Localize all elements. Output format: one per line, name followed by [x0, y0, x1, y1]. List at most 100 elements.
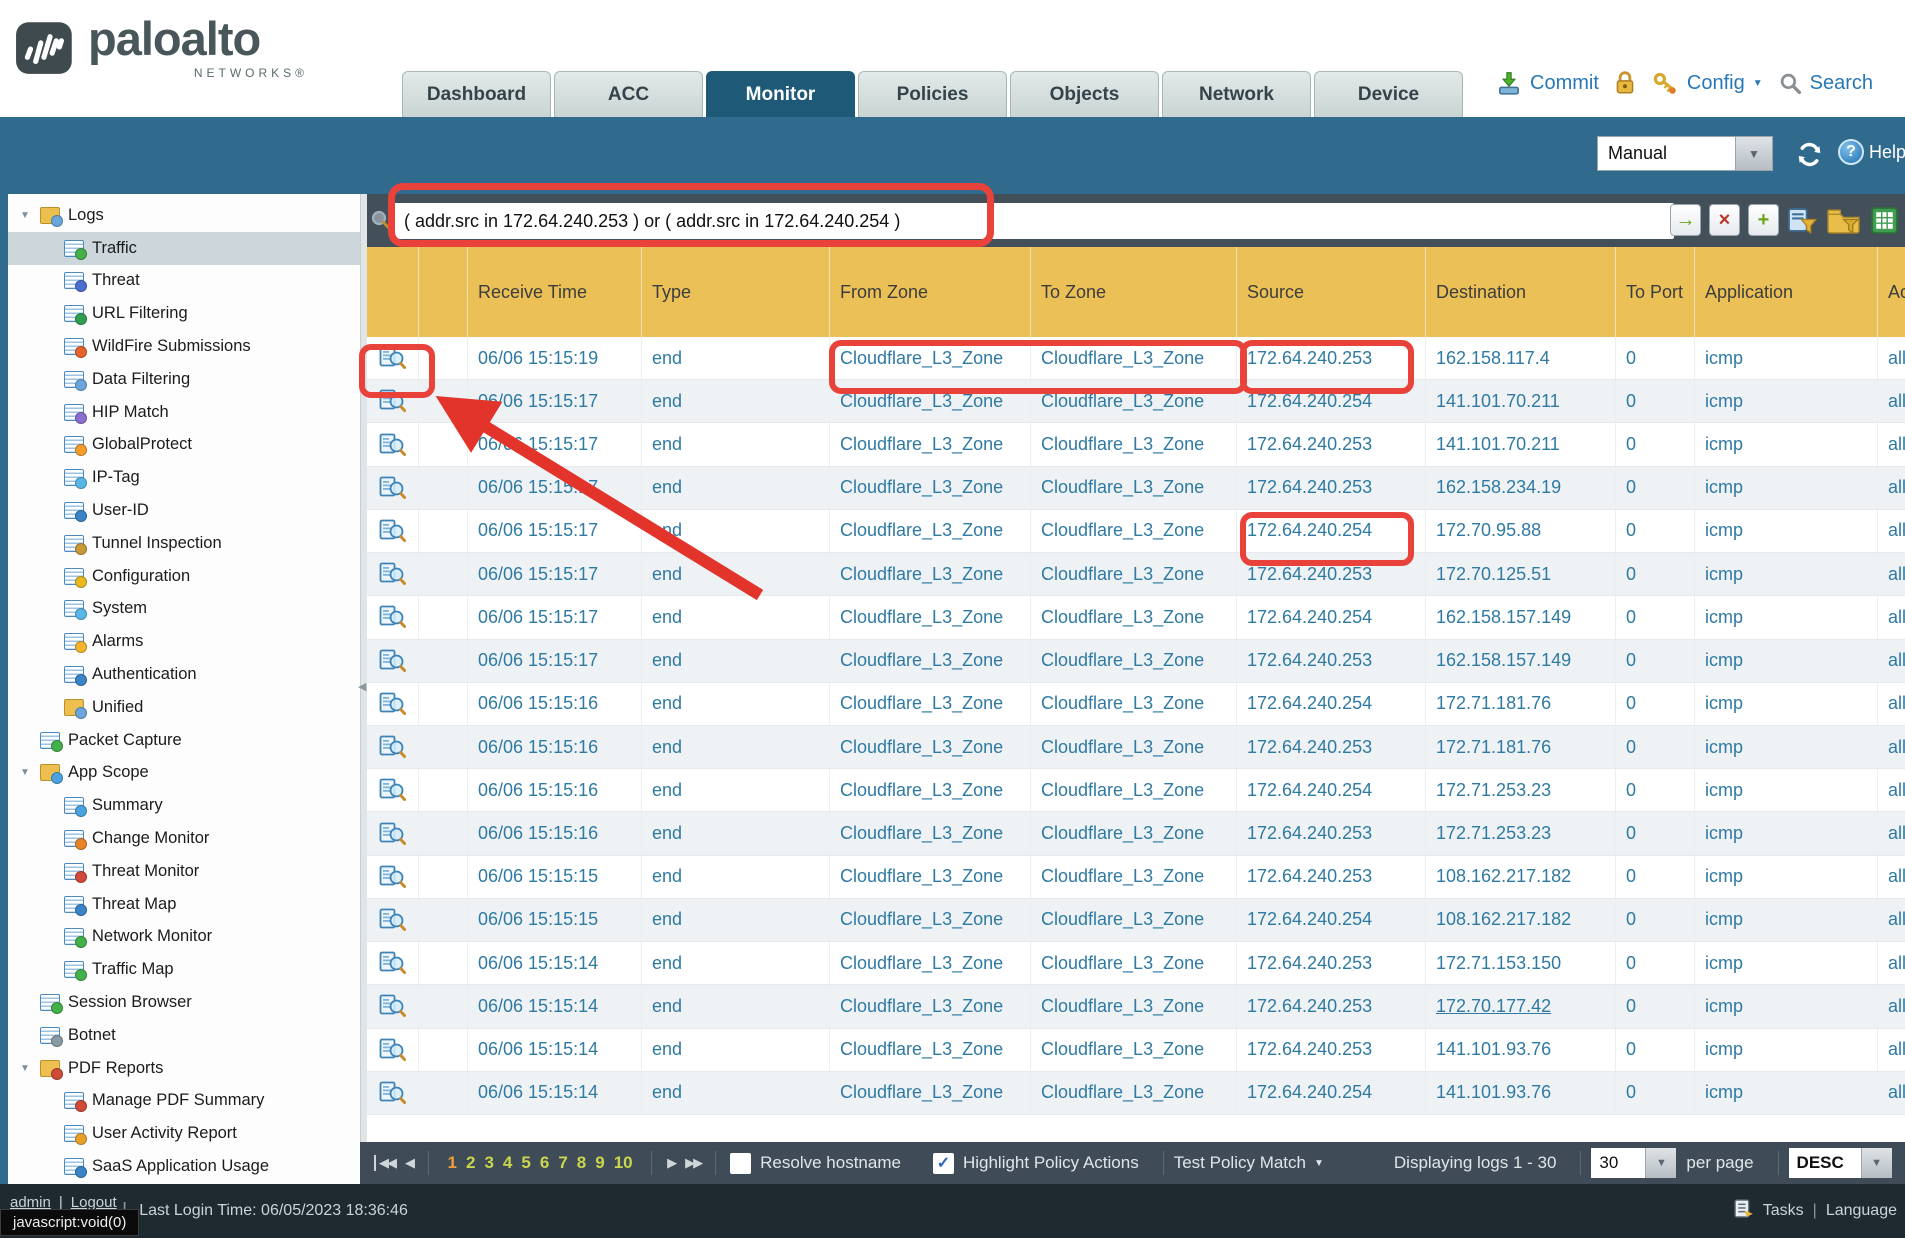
expander-icon[interactable]: ▼ — [20, 767, 40, 778]
cell-destination[interactable]: 172.70.177.42 — [1426, 985, 1616, 1027]
cell-application[interactable]: icmp — [1695, 1029, 1878, 1071]
cell-action[interactable]: allow — [1878, 1029, 1905, 1071]
table-row[interactable]: 06/06 15:15:16endCloudflare_L3_ZoneCloud… — [367, 769, 1905, 812]
cell-type[interactable]: end — [642, 726, 830, 768]
cell-action[interactable]: allow — [1878, 899, 1905, 941]
help-control[interactable]: ? Help — [1838, 139, 1905, 165]
help-label[interactable]: Help — [1869, 142, 1905, 163]
cell-source[interactable]: 172.64.240.254 — [1237, 596, 1426, 638]
cell-to-port[interactable]: 0 — [1616, 1029, 1695, 1071]
sidebar-item-botnet[interactable]: Botnet — [8, 1019, 360, 1052]
cell-type[interactable]: end — [642, 640, 830, 682]
cell-to-port[interactable]: 0 — [1616, 423, 1695, 465]
table-row[interactable]: 06/06 15:15:17endCloudflare_L3_ZoneCloud… — [367, 380, 1905, 423]
column-header-type[interactable]: Type — [642, 247, 830, 337]
cell-application[interactable]: icmp — [1695, 596, 1878, 638]
sidebar-item-url-filtering[interactable]: URL Filtering — [8, 297, 360, 330]
table-row[interactable]: 06/06 15:15:14endCloudflare_L3_ZoneCloud… — [367, 985, 1905, 1028]
cell-receive-time[interactable]: 06/06 15:15:16 — [468, 726, 642, 768]
language-button[interactable]: Language — [1826, 1202, 1897, 1220]
cell-application[interactable]: icmp — [1695, 726, 1878, 768]
cell-action[interactable]: allow — [1878, 337, 1905, 379]
sidebar-item-logs[interactable]: ▼Logs — [8, 199, 360, 232]
cell-receive-time[interactable]: 06/06 15:15:17 — [468, 423, 642, 465]
config-button[interactable]: Config — [1687, 72, 1745, 95]
cell-destination[interactable]: 162.158.157.149 — [1426, 596, 1616, 638]
highlight-policy-checkbox[interactable]: ✓ — [933, 1153, 954, 1174]
column-header-to-port[interactable]: To Port — [1616, 247, 1695, 337]
cell-source[interactable]: 172.64.240.253 — [1237, 423, 1426, 465]
cell-from-zone[interactable]: Cloudflare_L3_Zone — [830, 985, 1031, 1027]
cell-source[interactable]: 172.64.240.253 — [1237, 985, 1426, 1027]
table-row[interactable]: 06/06 15:15:14endCloudflare_L3_ZoneCloud… — [367, 942, 1905, 985]
log-detail-icon[interactable] — [367, 640, 419, 682]
cell-action[interactable]: allow — [1878, 942, 1905, 984]
cell-application[interactable]: icmp — [1695, 380, 1878, 422]
first-page-button[interactable]: ◀◀ — [374, 1155, 395, 1171]
cell-application[interactable]: icmp — [1695, 683, 1878, 725]
tab-network[interactable]: Network — [1162, 71, 1311, 117]
cell-receive-time[interactable]: 06/06 15:15:19 — [468, 337, 642, 379]
test-policy-match-button[interactable]: Test Policy Match ▼ — [1174, 1153, 1324, 1173]
apply-filter-button[interactable]: → — [1670, 204, 1701, 236]
cell-type[interactable]: end — [642, 467, 830, 509]
cell-receive-time[interactable]: 06/06 15:15:14 — [468, 1029, 642, 1071]
page-number-9[interactable]: 9 — [595, 1153, 604, 1173]
cell-to-port[interactable]: 0 — [1616, 942, 1695, 984]
column-header-action[interactable]: Action — [1878, 247, 1905, 337]
next-page-button[interactable]: ▶ — [667, 1155, 675, 1171]
sidebar-splitter[interactable]: ◀ — [360, 194, 367, 1184]
cell-to-port[interactable]: 0 — [1616, 596, 1695, 638]
tab-policies[interactable]: Policies — [858, 71, 1007, 117]
cell-source[interactable]: 172.64.240.253 — [1237, 1029, 1426, 1071]
cell-to-port[interactable]: 0 — [1616, 640, 1695, 682]
cell-source[interactable]: 172.64.240.254 — [1237, 899, 1426, 941]
cell-to-zone[interactable]: Cloudflare_L3_Zone — [1031, 856, 1237, 898]
cell-type[interactable]: end — [642, 683, 830, 725]
cell-to-zone[interactable]: Cloudflare_L3_Zone — [1031, 423, 1237, 465]
log-detail-icon[interactable] — [367, 769, 419, 811]
cell-destination[interactable]: 172.70.125.51 — [1426, 553, 1616, 595]
sidebar-item-app-scope[interactable]: ▼App Scope — [8, 757, 360, 790]
prev-page-button[interactable]: ◀ — [405, 1155, 413, 1171]
cell-to-port[interactable]: 0 — [1616, 856, 1695, 898]
sidebar-item-authentication[interactable]: Authentication — [8, 658, 360, 691]
cell-to-zone[interactable]: Cloudflare_L3_Zone — [1031, 1072, 1237, 1114]
page-number-6[interactable]: 6 — [540, 1153, 549, 1173]
cell-application[interactable]: icmp — [1695, 899, 1878, 941]
cell-source[interactable]: 172.64.240.253 — [1237, 553, 1426, 595]
log-detail-icon[interactable] — [367, 942, 419, 984]
sidebar-item-summary[interactable]: Summary — [8, 789, 360, 822]
cell-destination[interactable]: 172.71.153.150 — [1426, 942, 1616, 984]
log-detail-icon[interactable] — [367, 337, 419, 379]
cell-destination[interactable]: 141.101.70.211 — [1426, 380, 1616, 422]
cell-from-zone[interactable]: Cloudflare_L3_Zone — [830, 1029, 1031, 1071]
cell-action[interactable]: allow — [1878, 769, 1905, 811]
cell-receive-time[interactable]: 06/06 15:15:14 — [468, 985, 642, 1027]
cell-application[interactable]: icmp — [1695, 640, 1878, 682]
cell-application[interactable]: icmp — [1695, 856, 1878, 898]
tab-acc[interactable]: ACC — [554, 71, 703, 117]
cell-destination[interactable]: 162.158.234.19 — [1426, 467, 1616, 509]
filter-query-input[interactable]: ( addr.src in 172.64.240.253 ) or ( addr… — [390, 203, 1674, 239]
cell-action[interactable]: allow — [1878, 683, 1905, 725]
cell-to-port[interactable]: 0 — [1616, 726, 1695, 768]
cell-from-zone[interactable]: Cloudflare_L3_Zone — [830, 640, 1031, 682]
page-number-3[interactable]: 3 — [484, 1153, 493, 1173]
sidebar-item-change-monitor[interactable]: Change Monitor — [8, 822, 360, 855]
cell-to-zone[interactable]: Cloudflare_L3_Zone — [1031, 553, 1237, 595]
cell-to-port[interactable]: 0 — [1616, 380, 1695, 422]
log-detail-icon[interactable] — [367, 1072, 419, 1114]
cell-to-zone[interactable]: Cloudflare_L3_Zone — [1031, 337, 1237, 379]
cell-to-zone[interactable]: Cloudflare_L3_Zone — [1031, 640, 1237, 682]
cell-receive-time[interactable]: 06/06 15:15:15 — [468, 899, 642, 941]
table-row[interactable]: 06/06 15:15:16endCloudflare_L3_ZoneCloud… — [367, 812, 1905, 855]
cell-receive-time[interactable]: 06/06 15:15:16 — [468, 683, 642, 725]
sidebar-item-unified[interactable]: Unified — [8, 691, 360, 724]
cell-from-zone[interactable]: Cloudflare_L3_Zone — [830, 683, 1031, 725]
log-detail-icon[interactable] — [367, 596, 419, 638]
per-page-caret-icon[interactable]: ▼ — [1645, 1148, 1676, 1178]
log-detail-icon[interactable] — [367, 856, 419, 898]
column-header-source[interactable]: Source — [1237, 247, 1426, 337]
column-header-application[interactable]: Application — [1695, 247, 1878, 337]
